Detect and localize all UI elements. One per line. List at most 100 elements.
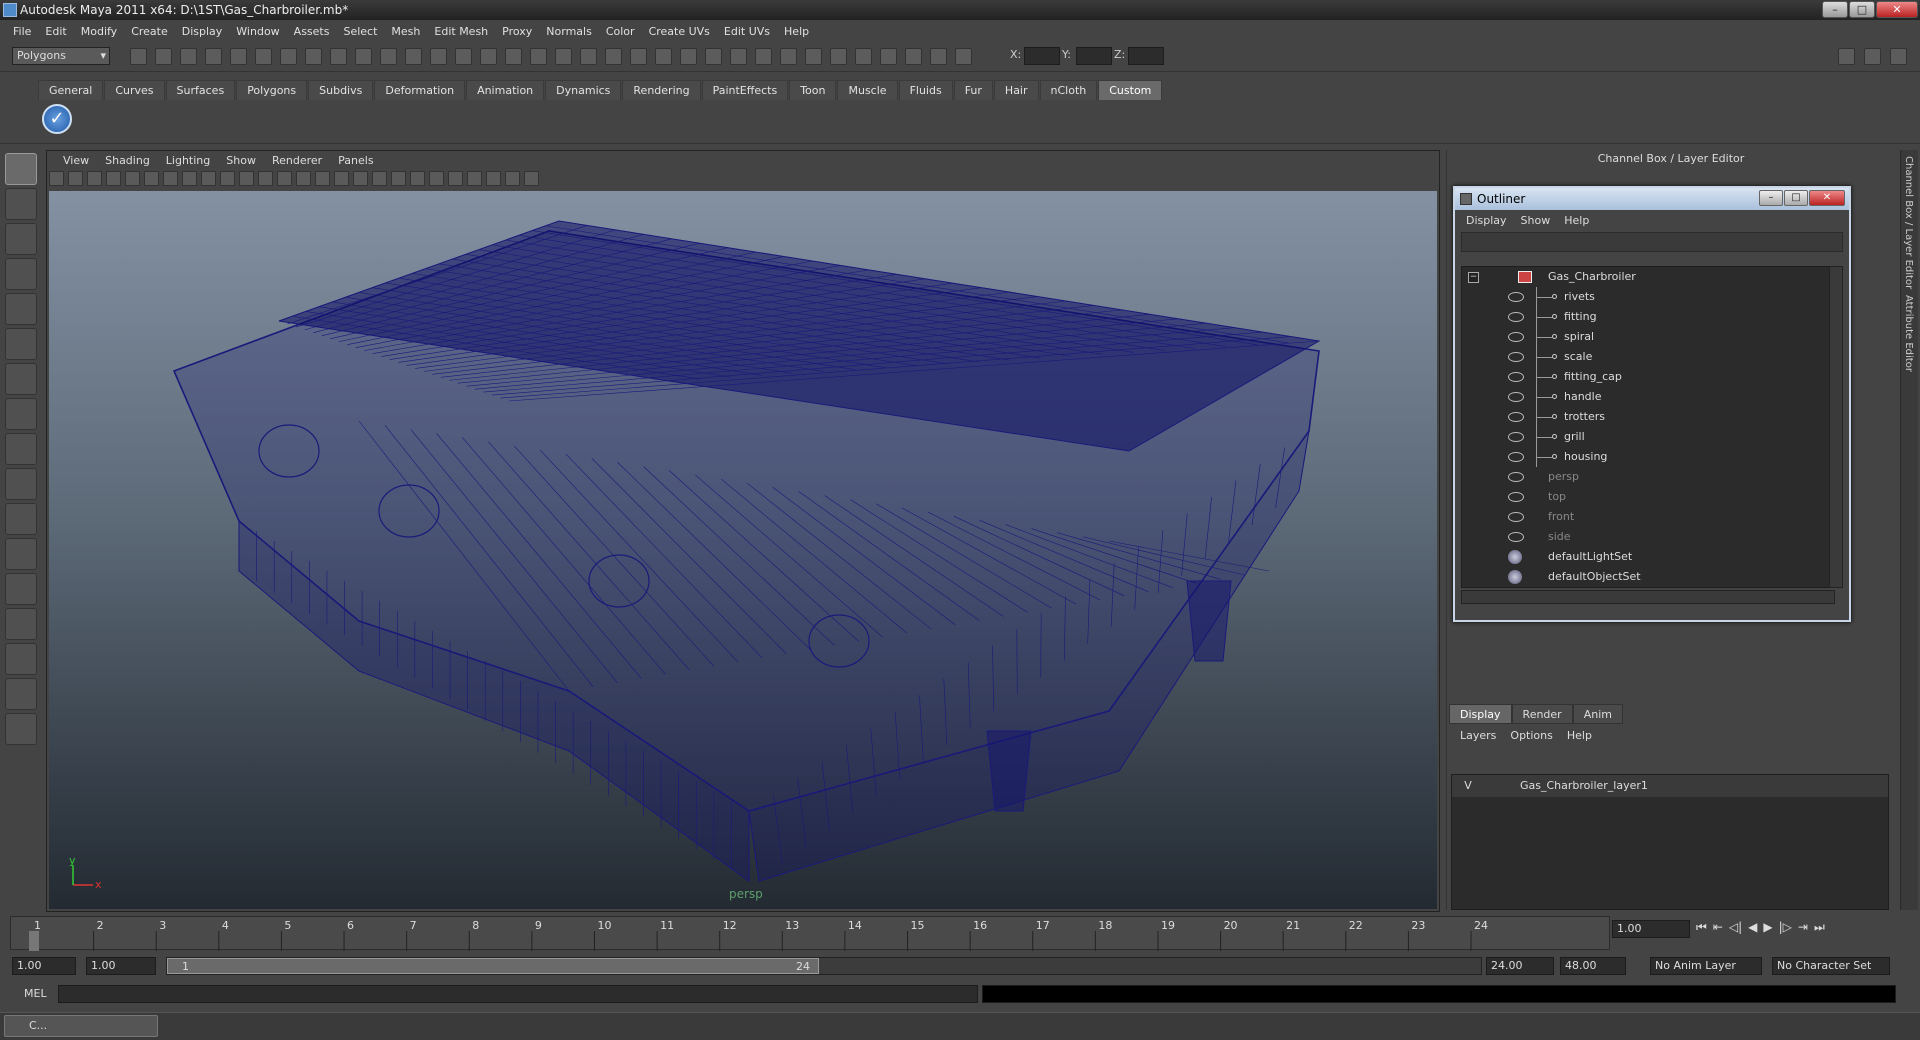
viewport-toolbar-icon[interactable] — [68, 171, 83, 186]
viewport-menu-shading[interactable]: Shading — [97, 154, 158, 167]
layer-tab-display[interactable]: Display — [1449, 704, 1512, 724]
outliner-row-camera[interactable]: front — [1462, 507, 1834, 527]
lasso-tool-icon[interactable] — [5, 188, 37, 220]
status-line-icon[interactable] — [380, 48, 397, 65]
status-line-icon[interactable] — [680, 48, 697, 65]
minimized-window-item[interactable]: C... — [4, 1015, 158, 1037]
viewport-toolbar-icon[interactable] — [315, 171, 330, 186]
status-line-icon[interactable] — [555, 48, 572, 65]
status-line-icon[interactable] — [730, 48, 747, 65]
viewport-toolbar-icon[interactable] — [467, 171, 482, 186]
status-line-icon[interactable] — [355, 48, 372, 65]
viewport-toolbar-icon[interactable] — [372, 171, 387, 186]
menu-window[interactable]: Window — [229, 25, 286, 38]
end-field[interactable]: 24.00 — [1486, 957, 1554, 975]
shelf-tab-surfaces[interactable]: Surfaces — [165, 80, 236, 100]
status-line-icon[interactable] — [230, 48, 247, 65]
status-line-icon[interactable] — [405, 48, 422, 65]
viewport-menu-lighting[interactable]: Lighting — [158, 154, 218, 167]
shelf-tab-custom[interactable]: Custom — [1098, 80, 1163, 100]
shelf-tab-painteffects[interactable]: PaintEffects — [701, 80, 789, 100]
viewport-toolbar-icon[interactable] — [410, 171, 425, 186]
outliner-filter-field[interactable] — [1461, 232, 1843, 252]
status-line-icon[interactable] — [630, 48, 647, 65]
viewport-toolbar-icon[interactable] — [182, 171, 197, 186]
side-tab-attribute-editor[interactable]: Attribute Editor — [1903, 295, 1914, 372]
menu-edit-uvs[interactable]: Edit UVs — [717, 25, 777, 38]
step-back-key-button[interactable]: ⇤ — [1713, 920, 1723, 935]
outliner-row[interactable]: spiral — [1462, 327, 1834, 347]
outliner-row[interactable]: handle — [1462, 387, 1834, 407]
status-line-icon[interactable] — [130, 48, 147, 65]
outliner-menu-help[interactable]: Help — [1557, 214, 1596, 227]
select-tool-icon[interactable] — [5, 153, 37, 185]
status-line-icon[interactable] — [255, 48, 272, 65]
panel-layout-icon[interactable] — [1864, 48, 1881, 65]
shelf-tab-rendering[interactable]: Rendering — [622, 80, 701, 100]
status-line-icon[interactable] — [280, 48, 297, 65]
status-line-icon[interactable] — [330, 48, 347, 65]
rotate-tool-icon[interactable] — [5, 293, 37, 325]
status-line-icon[interactable] — [205, 48, 222, 65]
status-line-icon[interactable] — [305, 48, 322, 65]
side-tab-channel-box-layer-editor[interactable]: Channel Box / Layer Editor — [1903, 156, 1914, 289]
viewport-toolbar-icon[interactable] — [87, 171, 102, 186]
menu-assets[interactable]: Assets — [287, 25, 337, 38]
menu-help[interactable]: Help — [777, 25, 816, 38]
menu-edit-mesh[interactable]: Edit Mesh — [427, 25, 495, 38]
layer-menu-layers[interactable]: Layers — [1453, 729, 1503, 742]
x-field[interactable] — [1024, 47, 1060, 65]
status-line-icon[interactable] — [830, 48, 847, 65]
status-line-icon[interactable] — [805, 48, 822, 65]
y-field[interactable] — [1076, 47, 1112, 65]
outliner-row[interactable]: fitting — [1462, 307, 1834, 327]
viewport-toolbar-icon[interactable] — [220, 171, 235, 186]
menu-modify[interactable]: Modify — [74, 25, 124, 38]
step-forward-key-button[interactable]: ⇥ — [1798, 920, 1808, 935]
layout-persp-graph-icon[interactable] — [5, 608, 37, 640]
shelf-tab-ncloth[interactable]: nCloth — [1039, 80, 1098, 100]
viewport-toolbar-icon[interactable] — [49, 171, 64, 186]
viewport-toolbar-icon[interactable] — [258, 171, 273, 186]
viewport-menu-renderer[interactable]: Renderer — [264, 154, 330, 167]
outliner-row[interactable]: trotters — [1462, 407, 1834, 427]
shelf-tab-deformation[interactable]: Deformation — [374, 80, 466, 100]
show-manipulator-icon[interactable] — [5, 433, 37, 465]
outliner-row-root[interactable]: − Gas_Charbroiler — [1462, 267, 1834, 287]
menu-edit[interactable]: Edit — [38, 25, 73, 38]
viewport-toolbar-icon[interactable] — [277, 171, 292, 186]
outliner-row-camera[interactable]: side — [1462, 527, 1834, 547]
status-line-icon[interactable] — [955, 48, 972, 65]
viewport-toolbar-icon[interactable] — [144, 171, 159, 186]
layer-tab-render[interactable]: Render — [1511, 704, 1573, 724]
shelf-tab-fluids[interactable]: Fluids — [898, 80, 953, 100]
layer-menu-help[interactable]: Help — [1560, 729, 1599, 742]
status-line-icon[interactable] — [155, 48, 172, 65]
go-to-end-button[interactable]: ⏭ — [1814, 920, 1825, 935]
outliner-row-set[interactable]: defaultObjectSet — [1462, 567, 1834, 587]
status-line-icon[interactable] — [580, 48, 597, 65]
outliner-row[interactable]: scale — [1462, 347, 1834, 367]
shelf-tab-subdivs[interactable]: Subdivs — [308, 80, 374, 100]
range-slider[interactable]: 1 24 — [166, 957, 1482, 975]
menu-color[interactable]: Color — [599, 25, 642, 38]
last-tool-icon[interactable] — [5, 468, 37, 500]
menu-mesh[interactable]: Mesh — [384, 25, 427, 38]
status-line-icon[interactable] — [455, 48, 472, 65]
viewport-toolbar-icon[interactable] — [353, 171, 368, 186]
panel-layout-icon[interactable] — [1838, 48, 1855, 65]
viewport-toolbar-icon[interactable] — [163, 171, 178, 186]
outliner-row[interactable]: fitting_cap — [1462, 367, 1834, 387]
layout-single-icon[interactable] — [5, 503, 37, 535]
status-line-icon[interactable] — [880, 48, 897, 65]
viewport-toolbar-icon[interactable] — [201, 171, 216, 186]
shelf-tab-toon[interactable]: Toon — [789, 80, 837, 100]
viewport-toolbar-icon[interactable] — [125, 171, 140, 186]
viewport-toolbar-icon[interactable] — [448, 171, 463, 186]
layer-tab-anim[interactable]: Anim — [1572, 704, 1623, 724]
layer-row[interactable]: V Gas_Charbroiler_layer1 — [1452, 775, 1888, 797]
outliner-vertical-scrollbar[interactable] — [1829, 266, 1843, 588]
go-to-start-button[interactable]: ⏮ — [1696, 920, 1707, 935]
check-shelf-button[interactable]: ✓ — [42, 104, 72, 134]
play-backwards-button[interactable]: ◀ — [1748, 920, 1757, 935]
